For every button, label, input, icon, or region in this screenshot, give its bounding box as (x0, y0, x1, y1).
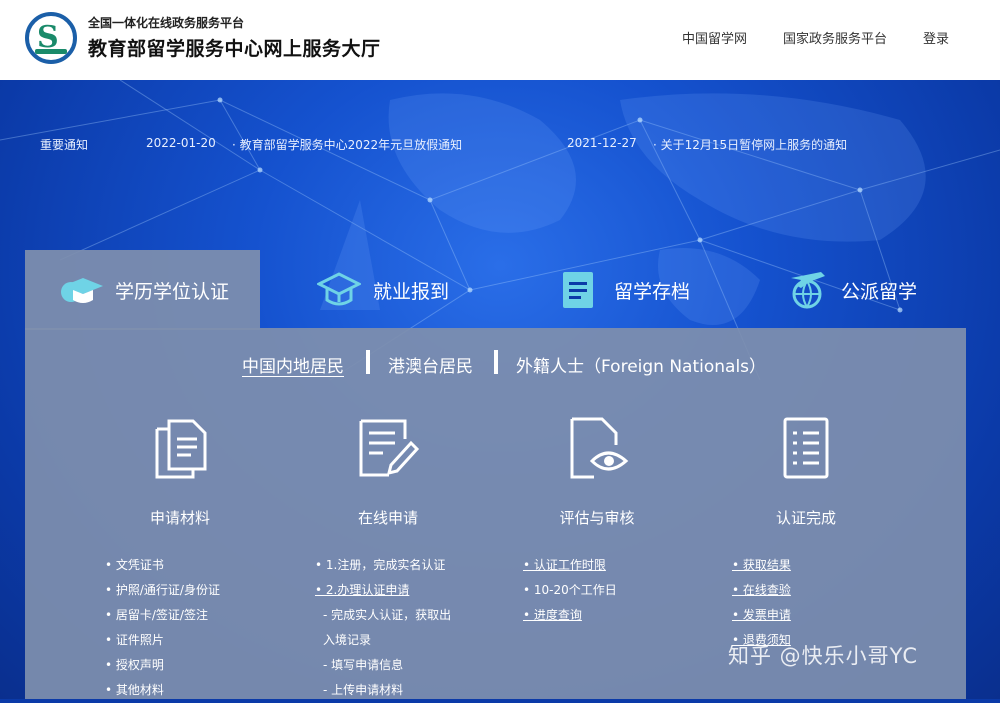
list-item: • 证件照片 (105, 633, 164, 647)
document-folder-icon (563, 272, 593, 308)
graduation-cap-icon (61, 278, 103, 303)
list-item: • 护照/通行证/身份证 (105, 583, 220, 597)
list-item: • 授权声明 (105, 658, 164, 672)
zhihu-watermark: 知乎 @快乐小哥YC (728, 644, 919, 668)
checklist-icon (783, 417, 829, 479)
list-item: - 填写申请信息 (323, 658, 404, 672)
notice-link[interactable]: · 教育部留学服务中心2022年元旦放假通知 (232, 136, 462, 153)
list-item: - 完成实人认证，获取出 (323, 608, 452, 622)
notice-link[interactable]: · 关于12月15日暂停网上服务的通知 (653, 136, 847, 153)
step-label: 评估与审核 (559, 509, 635, 527)
tab-study-abroad-archive[interactable]: 留学存档 (558, 250, 690, 330)
region-divider (494, 350, 498, 374)
completion-list: • 获取结果 • 在线查验 • 发票申请 • 退费须知 (732, 553, 791, 653)
document-eye-icon (570, 417, 629, 479)
documents-icon (155, 419, 207, 479)
list-item: • 其他材料 (105, 683, 164, 697)
platform-subtitle: 全国一体化在线政务服务平台 (88, 16, 245, 30)
list-item: • 10-20个工作日 (523, 583, 617, 597)
site-logo-icon[interactable]: S (25, 12, 77, 64)
list-item: • 文凭证书 (105, 558, 164, 572)
site-header: S 全国一体化在线政务服务平台 教育部留学服务中心网上服务大厅 中国留学网 国家… (0, 0, 1000, 80)
region-divider (366, 350, 370, 374)
list-item-link[interactable]: • 认证工作时限 (523, 553, 617, 578)
list-item: • 1.注册，完成实名认证 (315, 558, 446, 572)
list-item-link[interactable]: • 在线查验 (732, 578, 791, 603)
tab-degree-certification[interactable]: 学历学位认证 (59, 250, 229, 330)
graduation-cap-outline-icon (317, 272, 361, 306)
notice-date: 2021-12-27 (567, 136, 637, 150)
list-item-link[interactable]: • 2.办理认证申请 (315, 578, 451, 603)
notice-date: 2022-01-20 (146, 136, 216, 150)
edit-form-icon (359, 419, 420, 477)
step-online-application[interactable]: 在线申请 (328, 415, 448, 528)
notices-label: 重要通知 (40, 138, 89, 152)
step-label: 认证完成 (775, 509, 836, 527)
step-certification-complete[interactable]: 认证完成 (746, 415, 866, 528)
tab-label: 就业报到 (373, 280, 450, 303)
nav-link-gov-platform[interactable]: 国家政务服务平台 (783, 28, 887, 47)
step-label: 在线申请 (357, 509, 418, 527)
list-item-link[interactable]: • 进度查询 (523, 603, 617, 628)
tab-label: 公派留学 (841, 280, 918, 303)
list-item-link[interactable]: • 发票申请 (732, 603, 791, 628)
tab-employment-registration[interactable]: 就业报到 (317, 250, 449, 330)
list-item: 入境记录 (323, 633, 372, 647)
nav-link-cscse[interactable]: 中国留学网 (682, 28, 747, 47)
materials-list: • 文凭证书 • 护照/通行证/身份证 • 居留卡/签证/签注 • 证件照片 •… (105, 553, 220, 703)
tab-label: 学历学位认证 (115, 280, 230, 303)
tab-government-sponsored-study[interactable]: 公派留学 (785, 250, 917, 330)
region-foreign-nationals[interactable]: 外籍人士（Foreign Nationals） (516, 352, 766, 377)
list-item-link[interactable]: • 获取结果 (732, 553, 791, 578)
region-mainland-residents[interactable]: 中国内地居民 (242, 352, 344, 377)
login-link[interactable]: 登录 (923, 28, 949, 47)
list-item: - 上传申请材料 (323, 683, 404, 697)
step-label: 申请材料 (149, 509, 210, 527)
list-item: • 居留卡/签证/签注 (105, 608, 208, 622)
tab-label: 留学存档 (614, 280, 691, 303)
site-title[interactable]: 教育部留学服务中心网上服务大厅 (88, 34, 381, 61)
step-application-materials[interactable]: 申请材料 (120, 415, 240, 528)
evaluation-list: • 认证工作时限 • 10-20个工作日 • 进度查询 (523, 553, 617, 628)
online-application-list: • 1.注册，完成实名认证 • 2.办理认证申请 - 完成实人认证，获取出 入境… (315, 553, 451, 703)
step-evaluation-review[interactable]: 评估与审核 (537, 415, 657, 528)
airplane-globe-icon (791, 272, 825, 309)
region-hk-macao-taiwan[interactable]: 港澳台居民 (388, 352, 473, 377)
